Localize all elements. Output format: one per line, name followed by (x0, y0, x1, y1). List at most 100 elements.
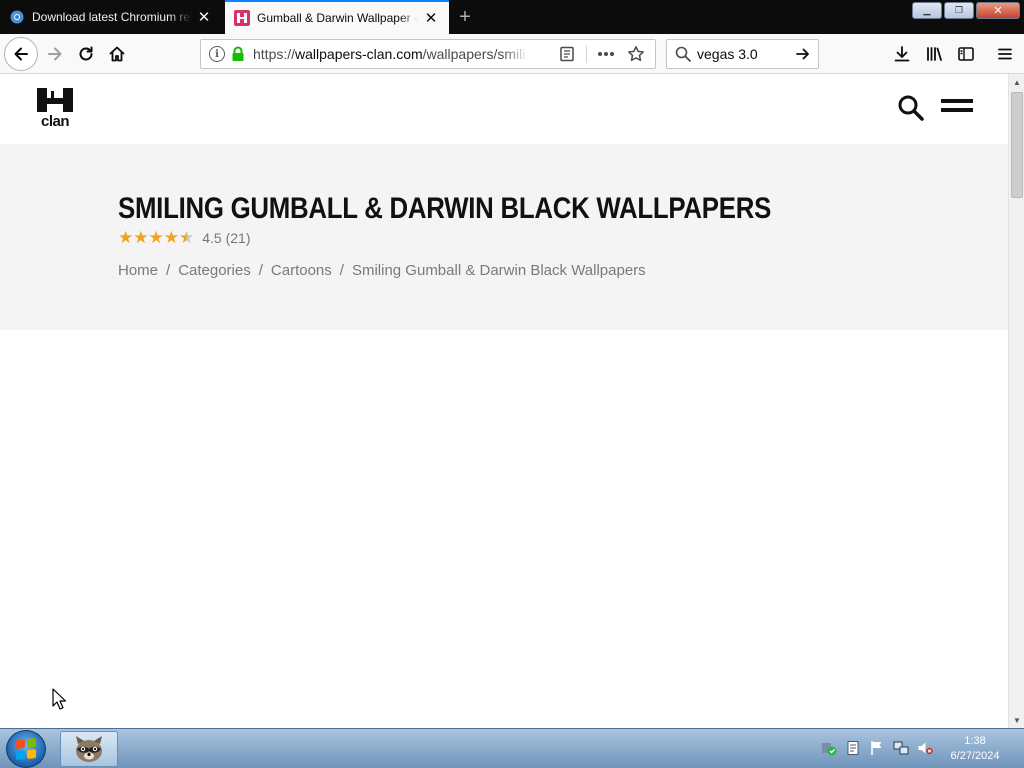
rating-value: 4.5 (21) (202, 230, 250, 246)
document-tray-icon[interactable] (844, 739, 862, 757)
breadcrumb-home[interactable]: Home (118, 262, 158, 279)
search-input[interactable]: vegas 3.0 (697, 46, 758, 62)
scroll-up-arrow-icon[interactable]: ▲ (1009, 74, 1024, 90)
logo-text: clan (40, 113, 70, 130)
search-icon (675, 46, 691, 62)
vertical-scrollbar[interactable]: ▲ ▼ (1008, 74, 1024, 728)
download-icon (894, 46, 910, 62)
hamburger-line (941, 108, 973, 112)
reader-view-icon[interactable] (552, 40, 582, 68)
star-icon[interactable]: ★ (133, 229, 148, 246)
mouse-cursor-icon (52, 688, 66, 710)
chromium-icon (9, 9, 25, 25)
breadcrumb-cartoons[interactable]: Cartoons (271, 262, 332, 279)
library-button[interactable] (919, 39, 949, 69)
site-search-button[interactable] (897, 94, 925, 122)
half-star-icon[interactable]: ★ (179, 229, 194, 246)
breadcrumb-categories[interactable]: Categories (178, 262, 251, 279)
sidebar-button[interactable] (951, 39, 981, 69)
action-center-flag-icon[interactable] (868, 739, 886, 757)
tab-gumball[interactable]: Gumball & Darwin Wallpaper - ✕ (225, 0, 449, 34)
close-tab-icon[interactable]: ✕ (419, 6, 443, 30)
navigation-toolbar: i https://wallpapers-clan.com/wallpapers… (0, 34, 1024, 74)
taskbar-app-firefox[interactable] (60, 731, 118, 767)
site-menu-button[interactable] (941, 99, 973, 119)
breadcrumb-separator: / (166, 262, 171, 279)
breadcrumb: Home / Categories / Cartoons / Smiling G… (118, 262, 646, 279)
close-tab-icon[interactable]: ✕ (192, 5, 216, 29)
raccoon-app-icon (76, 736, 102, 762)
breadcrumb-separator: / (339, 262, 344, 279)
restore-button[interactable]: ❐ (944, 2, 974, 19)
rating[interactable]: ★ ★ ★ ★ ★ 4.5 (21) (118, 229, 251, 246)
hamburger-menu-icon (998, 48, 1012, 60)
lock-icon[interactable] (231, 46, 245, 62)
search-bar[interactable]: vegas 3.0 (666, 39, 819, 69)
page-title: SMILING GUMBALL & DARWIN BLACK WALLPAPER… (118, 192, 772, 225)
logo-block (47, 98, 63, 104)
url-scheme: https:// (253, 46, 296, 62)
home-icon (109, 46, 125, 62)
library-icon (927, 47, 942, 61)
clock-time: 1:38 (964, 735, 986, 747)
start-button[interactable] (6, 730, 46, 768)
back-arrow-icon (14, 47, 28, 61)
rating-count: (21) (225, 229, 251, 246)
breadcrumb-current: Smiling Gumball & Darwin Black Wallpaper… (351, 262, 646, 279)
network-icon[interactable] (892, 739, 910, 757)
close-window-button[interactable]: ✕ (976, 2, 1020, 19)
url-host: wallpapers-clan.com (295, 46, 423, 62)
logo-block (63, 88, 73, 112)
windows-logo-icon (16, 738, 36, 760)
site-info-icon[interactable]: i (209, 46, 225, 62)
search-go-button[interactable] (792, 43, 814, 65)
forward-button[interactable] (40, 39, 70, 69)
hamburger-line (941, 99, 973, 103)
tab-title: Gumball & Darwin Wallpaper - (257, 11, 418, 25)
url-separator (586, 45, 587, 63)
search-icon (898, 95, 924, 121)
rating-score: 4.5 (202, 229, 222, 246)
wallpapers-clan-icon (234, 10, 250, 26)
star-icon[interactable]: ★ (164, 229, 179, 246)
tab-title: Download latest Chromium rel (32, 10, 192, 24)
logo-block (51, 91, 54, 100)
site-header: clan (0, 74, 1008, 144)
address-bar[interactable]: i https://wallpapers-clan.com/wallpapers… (200, 39, 656, 69)
tab-strip: Download latest Chromium rel ✕ Gumball &… (0, 0, 1024, 34)
star-icon[interactable]: ★ (118, 229, 133, 246)
page-hero: SMILING GUMBALL & DARWIN BLACK WALLPAPER… (0, 144, 1008, 330)
breadcrumb-separator: / (258, 262, 263, 279)
security-shield-icon[interactable] (820, 739, 838, 757)
url-path: /wallpapers/smili (422, 46, 526, 62)
site-logo[interactable]: clan (36, 88, 74, 130)
page-viewport: clan SMILING GUMBALL & DARWIN BLACK WALL… (0, 74, 1008, 728)
rating-stars[interactable]: ★ ★ ★ ★ ★ (118, 229, 194, 246)
sidebar-icon (958, 47, 974, 61)
system-tray (820, 739, 934, 757)
minimize-button[interactable]: ▁ (912, 2, 942, 19)
reload-icon (79, 46, 93, 61)
forward-arrow-icon (48, 47, 62, 61)
taskbar: 1:38 6/27/2024 (0, 728, 1024, 768)
page-actions-icon[interactable] (591, 40, 621, 68)
logo-block (37, 88, 47, 112)
volume-muted-icon[interactable] (916, 739, 934, 757)
scrollbar-thumb[interactable] (1011, 92, 1023, 198)
bookmark-star-icon[interactable] (621, 40, 651, 68)
menu-button[interactable] (990, 39, 1020, 69)
star-icon[interactable]: ★ (149, 229, 164, 246)
new-tab-button[interactable]: + (452, 4, 478, 30)
scroll-down-arrow-icon[interactable]: ▼ (1009, 712, 1024, 728)
home-button[interactable] (102, 39, 132, 69)
back-button[interactable] (4, 37, 38, 71)
url-bar-actions (552, 40, 651, 68)
arrow-right-icon (796, 48, 809, 60)
downloads-button[interactable] (887, 39, 917, 69)
url-text[interactable]: https://wallpapers-clan.com/wallpapers/s… (253, 46, 529, 62)
tab-chromium[interactable]: Download latest Chromium rel ✕ (0, 0, 222, 34)
reload-button[interactable] (71, 39, 101, 69)
clock-date: 6/27/2024 (950, 750, 1000, 762)
window-controls: ▁ ❐ ✕ (912, 2, 1020, 19)
system-clock[interactable]: 1:38 6/27/2024 (940, 734, 1010, 764)
